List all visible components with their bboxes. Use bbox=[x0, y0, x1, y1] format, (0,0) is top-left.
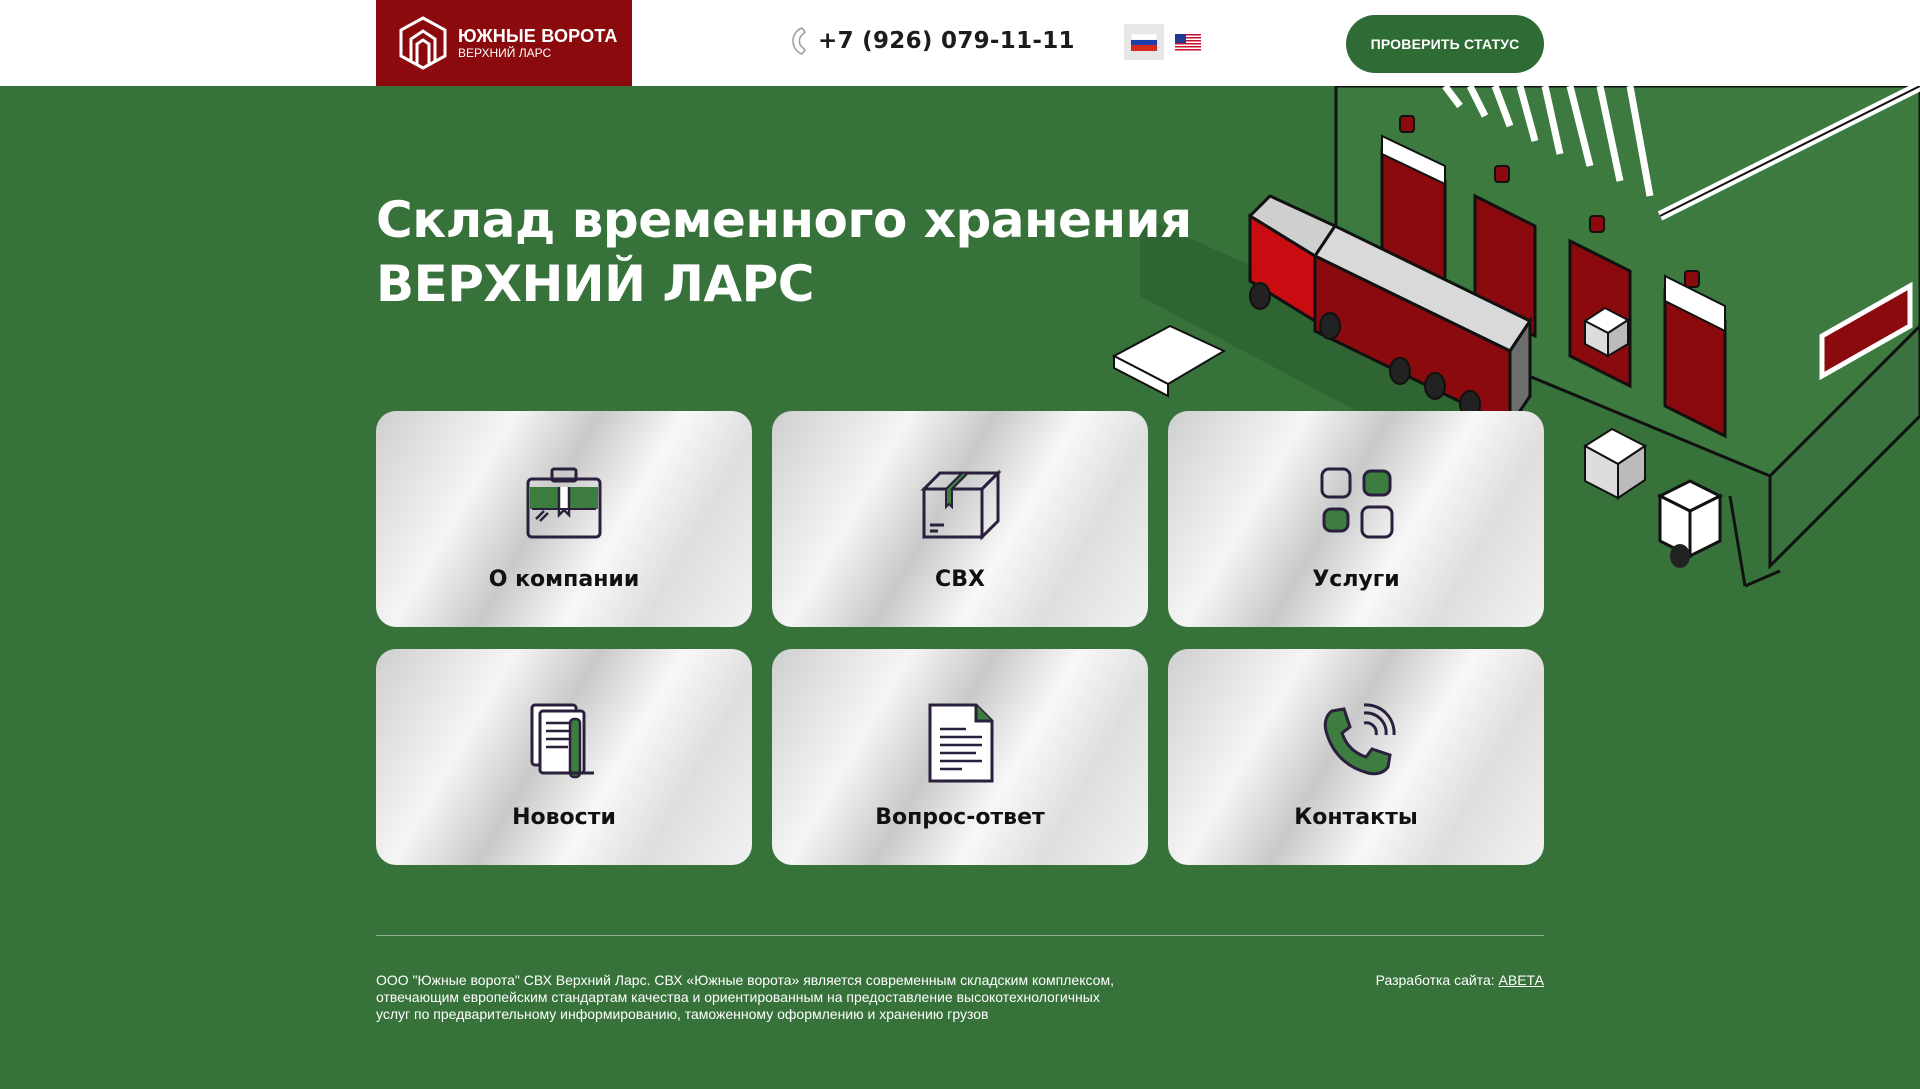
card-services[interactable]: Услуги bbox=[1168, 411, 1544, 627]
document-icon bbox=[928, 703, 994, 783]
footer-divider bbox=[376, 935, 1544, 936]
grid-icon bbox=[1320, 467, 1394, 539]
phone-number: +7 (926) 079-11-11 bbox=[818, 28, 1075, 54]
hero-title: Склад временного хранения ВЕРХНИЙ ЛАРС bbox=[376, 188, 1192, 316]
card-label: Услуги bbox=[1312, 567, 1400, 592]
card-label: Вопрос-ответ bbox=[875, 805, 1045, 830]
card-about-company[interactable]: О компании bbox=[376, 411, 752, 627]
footer-description: ООО "Южные ворота" СВХ Верхний Ларс. СВХ… bbox=[376, 972, 1114, 1022]
card-label: О компании bbox=[488, 567, 640, 592]
language-en-button[interactable] bbox=[1168, 24, 1208, 60]
card-contacts[interactable]: Контакты bbox=[1168, 649, 1544, 865]
developer-label: Разработка сайта: bbox=[1375, 972, 1495, 988]
phone-icon bbox=[792, 27, 806, 55]
site-header: ЮЖНЫЕ ВОРОТА ВЕРХНИЙ ЛАРС +7 (926) 079-1… bbox=[0, 0, 1920, 86]
card-label: Новости bbox=[512, 805, 616, 830]
card-faq[interactable]: Вопрос-ответ bbox=[772, 649, 1148, 865]
phone-link[interactable]: +7 (926) 079-11-11 bbox=[790, 26, 1075, 56]
phone-call-icon bbox=[1323, 703, 1396, 776]
logo-subtitle: ВЕРХНИЙ ЛАРС bbox=[458, 45, 552, 60]
card-label: СВХ bbox=[935, 567, 985, 592]
logo[interactable]: ЮЖНЫЕ ВОРОТА ВЕРХНИЙ ЛАРС bbox=[376, 0, 632, 86]
briefcase-icon bbox=[526, 467, 602, 539]
developer-credit: Разработка сайта: АВЕТА bbox=[1376, 972, 1544, 988]
language-ru-button[interactable] bbox=[1124, 24, 1164, 60]
card-svh[interactable]: СВХ bbox=[772, 411, 1148, 627]
logo-house-icon bbox=[399, 16, 447, 70]
hero-title-line2: ВЕРХНИЙ ЛАРС bbox=[376, 255, 814, 313]
hero-title-line1: Склад временного хранения bbox=[376, 191, 1192, 249]
card-label: Контакты bbox=[1294, 805, 1418, 830]
card-news[interactable]: Новости bbox=[376, 649, 752, 865]
logo-title: ЮЖНЫЕ ВОРОТА bbox=[458, 25, 618, 46]
developer-link[interactable]: АВЕТА bbox=[1499, 972, 1544, 988]
check-status-button[interactable]: ПРОВЕРИТЬ СТАТУС bbox=[1346, 15, 1544, 73]
russia-flag-icon bbox=[1131, 33, 1157, 51]
news-icon bbox=[530, 703, 594, 779]
box-icon bbox=[920, 469, 1002, 541]
usa-flag-icon bbox=[1175, 33, 1201, 51]
